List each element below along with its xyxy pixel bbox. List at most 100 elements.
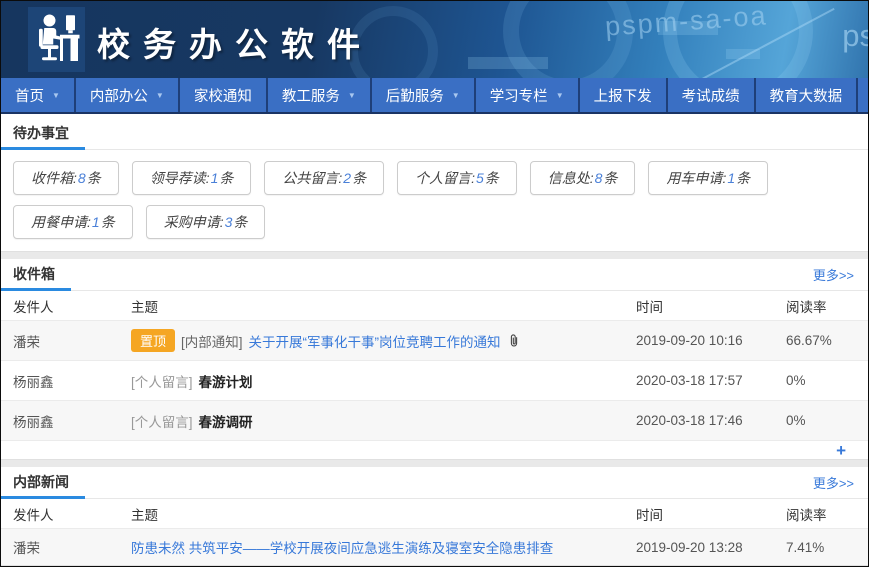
pinned-badge: 置顶 [131, 329, 175, 352]
todo-buttons: 收件箱:8 条 领导荐读:1 条 公共留言:2 条 个人留言:5 条 信息处:8… [1, 150, 868, 251]
todo-button-count: 2 [342, 170, 352, 186]
sender-cell: 潘荣 [13, 331, 131, 351]
todo-button-unit: 条 [603, 168, 617, 188]
add-button[interactable]: + [836, 442, 846, 459]
column-header-time: 时间 [636, 504, 786, 524]
nav-item-home[interactable]: 首页 ▼ [1, 78, 74, 112]
header-decoration [468, 57, 548, 69]
section-divider [1, 459, 868, 467]
todo-button-vehicle-request[interactable]: 用车申请:1 条 [648, 161, 768, 195]
todo-section-title: 待办事宜 [1, 118, 85, 150]
nav-item-label: 家校通知 [194, 85, 252, 106]
todo-button-unit: 条 [352, 168, 366, 188]
todo-button-label: 用餐申请 [31, 212, 87, 232]
nav-item-label: 教育大数据 [770, 85, 843, 106]
todo-button-unit: 条 [101, 212, 115, 232]
main-nav: 首页 ▼ 内部办公 ▼ 家校通知 教工服务 ▼ 后勤服务 ▼ 学习专栏 ▼ 上报… [1, 78, 868, 114]
nav-item-education-bigdata[interactable]: 教育大数据 [754, 78, 857, 112]
subject-cell: 置顶 [内部通知] 关于开展“军事化干事”岗位竞聘工作的通知 [131, 329, 636, 352]
subject-link[interactable]: 防患未然 共筑平安——学校开展夜间应急逃生演练及寝室安全隐患排查 [131, 537, 553, 557]
subject-cell: 防患未然 共筑平安——学校开展夜间应急逃生演练及寝室安全隐患排查 [131, 537, 636, 557]
column-header-sender: 发件人 [13, 504, 131, 524]
readrate-cell: 0% [786, 413, 868, 428]
app-title: 校务办公软件 [97, 18, 373, 66]
chevron-down-icon: ▼ [556, 91, 564, 100]
chevron-down-icon: ▼ [348, 91, 356, 100]
inbox-footer: + [1, 441, 868, 459]
column-header-time: 时间 [636, 296, 786, 316]
todo-button-inbox[interactable]: 收件箱:8 条 [13, 161, 119, 195]
todo-button-unit: 条 [87, 168, 101, 188]
subject-cell: [个人留言] 春游调研 [131, 411, 636, 431]
header-watermark-right: ps [842, 18, 868, 54]
subject-link[interactable]: 关于开展“军事化干事”岗位竞聘工作的通知 [249, 331, 501, 351]
nav-item-label: 考试成绩 [682, 85, 740, 106]
inbox-more-link[interactable]: 更多>> [813, 259, 868, 290]
news-more-link[interactable]: 更多>> [813, 467, 868, 498]
person-at-desk-icon [33, 12, 81, 68]
readrate-cell: 66.67% [786, 333, 868, 348]
readrate-cell: 7.41% [786, 540, 868, 555]
nav-item-learning-column[interactable]: 学习专栏 ▼ [474, 78, 578, 112]
column-header-subject: 主题 [131, 504, 636, 524]
todo-button-label: 收件箱 [31, 168, 73, 188]
todo-button-unit: 条 [736, 168, 750, 188]
column-header-subject: 主题 [131, 296, 636, 316]
todo-button-unit: 条 [233, 212, 247, 232]
section-divider [1, 251, 868, 259]
attachment-icon [509, 334, 519, 348]
table-row: 杨丽鑫 [个人留言] 春游调研 2020-03-18 17:46 0% [1, 401, 868, 441]
todo-button-count: 8 [594, 170, 604, 186]
todo-button-label: 采购申请 [164, 212, 220, 232]
todo-button-count: 8 [77, 170, 87, 186]
sender-cell: 潘荣 [13, 537, 131, 557]
chevron-down-icon: ▼ [52, 91, 60, 100]
nav-item-label: 首页 [15, 85, 44, 106]
subject-cell: [个人留言] 春游计划 [131, 371, 636, 391]
time-cell: 2020-03-18 17:46 [636, 413, 786, 428]
todo-button-label: 领导荐读 [150, 168, 206, 188]
nav-item-home-school-notice[interactable]: 家校通知 [178, 78, 266, 112]
todo-button-info-office[interactable]: 信息处:8 条 [530, 161, 636, 195]
todo-button-personal-messages[interactable]: 个人留言:5 条 [397, 161, 517, 195]
app-header: 校务办公软件 pspm-sa-oa ps [1, 1, 868, 78]
nav-item-settings[interactable]: ⚙ ▼ [856, 78, 869, 112]
todo-button-public-messages[interactable]: 公共留言:2 条 [264, 161, 384, 195]
chevron-down-icon: ▼ [452, 91, 460, 100]
nav-item-label: 内部办公 [90, 85, 148, 106]
subject-title[interactable]: 春游调研 [199, 411, 253, 431]
nav-item-exam-scores[interactable]: 考试成绩 [666, 78, 754, 112]
time-cell: 2019-09-20 10:16 [636, 333, 786, 348]
todo-button-meal-request[interactable]: 用餐申请:1 条 [13, 205, 133, 239]
subject-prefix: [个人留言] [131, 411, 193, 431]
todo-button-count: 1 [726, 170, 736, 186]
header-watermark: pspm-sa-oa [605, 1, 769, 43]
inbox-section: 收件箱 更多>> 发件人 主题 时间 阅读率 潘荣 置顶 [内部通知] 关于开展… [1, 259, 868, 459]
time-cell: 2020-03-18 17:57 [636, 373, 786, 388]
todo-section-header: 待办事宜 [1, 118, 868, 150]
time-cell: 2019-09-20 13:28 [636, 540, 786, 555]
nav-item-label: 上报下发 [594, 85, 652, 106]
nav-item-internal-office[interactable]: 内部办公 ▼ [74, 78, 178, 112]
inbox-section-title: 收件箱 [1, 259, 71, 291]
subject-title[interactable]: 春游计划 [199, 371, 253, 391]
inbox-table-header: 发件人 主题 时间 阅读率 [1, 291, 868, 321]
nav-item-logistics-services[interactable]: 后勤服务 ▼ [370, 78, 474, 112]
sender-cell: 杨丽鑫 [13, 411, 131, 431]
subject-prefix: [内部通知] [181, 331, 243, 351]
table-row: 潘荣 防患未然 共筑平安——学校开展夜间应急逃生演练及寝室安全隐患排查 2019… [1, 529, 868, 566]
todo-button-purchase-request[interactable]: 采购申请:3 条 [146, 205, 266, 239]
sender-cell: 杨丽鑫 [13, 371, 131, 391]
todo-button-count: 1 [210, 170, 220, 186]
app-logo [28, 7, 85, 72]
column-header-readrate: 阅读率 [786, 296, 868, 316]
column-header-readrate: 阅读率 [786, 504, 868, 524]
table-row: 杨丽鑫 [个人留言] 春游计划 2020-03-18 17:57 0% [1, 361, 868, 401]
todo-button-unit: 条 [219, 168, 233, 188]
chevron-down-icon: ▼ [156, 91, 164, 100]
nav-item-report-dispatch[interactable]: 上报下发 [578, 78, 666, 112]
nav-item-staff-services[interactable]: 教工服务 ▼ [266, 78, 370, 112]
inbox-section-header: 收件箱 更多>> [1, 259, 868, 291]
todo-button-count: 5 [475, 170, 485, 186]
todo-button-leader-reading[interactable]: 领导荐读:1 条 [132, 161, 252, 195]
